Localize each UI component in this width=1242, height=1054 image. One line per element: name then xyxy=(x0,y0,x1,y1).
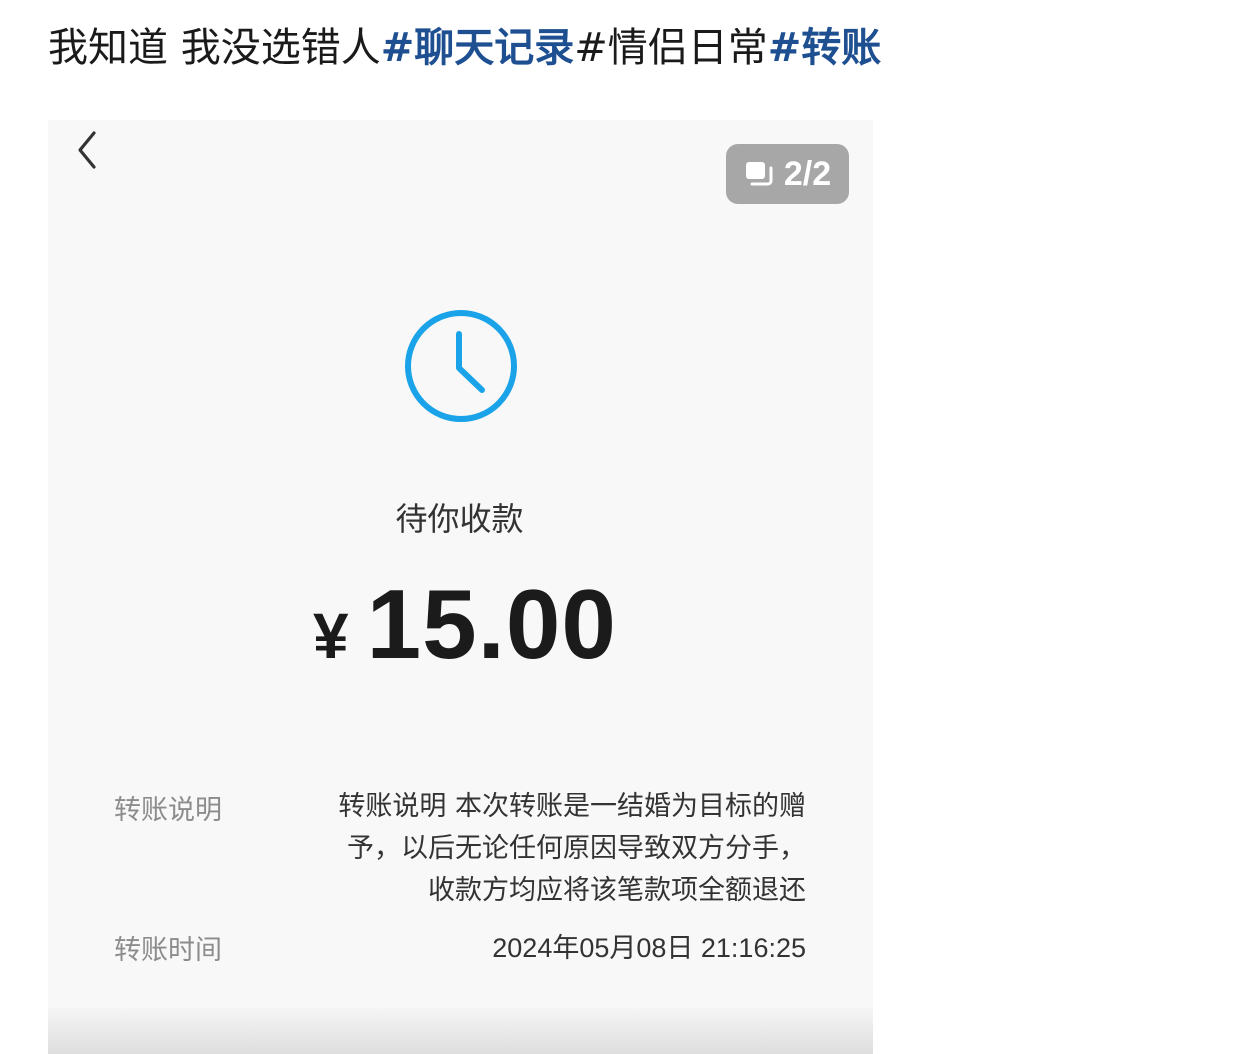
chevron-left-icon[interactable] xyxy=(72,130,108,170)
caption-text: 我知道 我没选错人 xyxy=(48,25,381,71)
screenshot-image[interactable]: 2/2 待你收款 ¥ 15.00 转账说明 转账说明 本次转账是一结婚为目标的赠… xyxy=(48,120,873,1054)
stacked-pages-icon xyxy=(744,160,774,188)
image-page-counter[interactable]: 2/2 xyxy=(726,144,849,204)
post-caption: 我知道 我没选错人#聊天记录#情侣日常#转账 xyxy=(48,22,881,74)
time-label: 转账时间 xyxy=(114,935,222,966)
bottom-fade xyxy=(48,1008,873,1054)
transfer-amount: ¥ 15.00 xyxy=(313,568,617,679)
hashtag-couple-daily[interactable]: #情侣日常 xyxy=(574,25,768,71)
amount-value: 15.00 xyxy=(366,569,617,679)
transfer-status: 待你收款 xyxy=(48,494,873,540)
clock-icon xyxy=(403,308,519,424)
hashtag-transfer[interactable]: #转账 xyxy=(768,25,882,71)
currency-symbol: ¥ xyxy=(313,600,349,672)
transfer-time: 2024年05月08日 21:16:25 xyxy=(492,933,806,963)
page-counter-text: 2/2 xyxy=(783,154,832,193)
note-label: 转账说明 xyxy=(114,795,222,826)
hashtag-chat-record[interactable]: #聊天记录 xyxy=(381,25,575,71)
note-line: 予，以后无论任何原因导致双方分手， xyxy=(347,833,806,864)
transfer-status-label: 待你收款 xyxy=(395,500,524,538)
note-line: 收款方均应将该笔款项全额退还 xyxy=(428,875,806,906)
note-text: 转账说明 本次转账是一结婚为目标的赠 予，以后无论任何原因导致双方分手， 收款方… xyxy=(286,786,806,912)
note-line: 转账说明 本次转账是一结婚为目标的赠 xyxy=(338,791,806,822)
